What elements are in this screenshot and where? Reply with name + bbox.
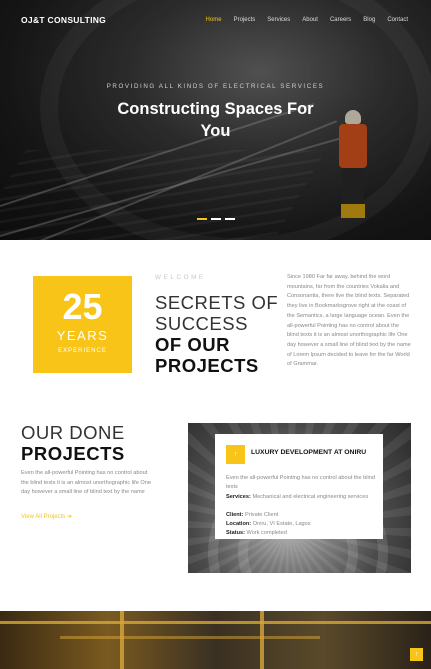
slider-dots xyxy=(197,218,235,220)
project-location: Location: Oniru, VI Estate, Lagos xyxy=(226,521,311,527)
project-card[interactable]: ↑ LUXURY DEVELOPMENT AT ONIRU Even the a… xyxy=(215,434,383,539)
about-paragraph: Since 1980 Far far away, behind the word… xyxy=(287,274,411,368)
years-label: YEARS xyxy=(56,328,109,343)
slider-dot[interactable] xyxy=(197,218,207,220)
projects-paragraph: Even the all-powerful Pointing has no co… xyxy=(21,470,151,496)
nav-item-about[interactable]: About xyxy=(302,17,318,23)
scroll-top-button[interactable]: ↑ xyxy=(410,648,423,661)
hero-subtitle: PROVIDING ALL KINDS OF ELECTRICAL SERVIC… xyxy=(106,83,325,90)
slider-dot[interactable] xyxy=(211,218,221,220)
project-status: Status: Work completed xyxy=(226,530,287,536)
nav-item-contact[interactable]: Contact xyxy=(387,17,408,23)
top-navigation: OJ&T CONSULTING Home Projects Services A… xyxy=(0,0,431,40)
main-menu: Home Projects Services About Careers Blo… xyxy=(206,17,408,23)
projects-heading: OUR DONE PROJECTS xyxy=(21,422,125,464)
experience-badge: 25 YEARS EXPERIENCE xyxy=(33,276,132,373)
nav-item-projects[interactable]: Projects xyxy=(234,17,256,23)
arrow-up-icon: ↑ xyxy=(226,445,245,464)
nav-item-blog[interactable]: Blog xyxy=(363,17,375,23)
project-services: Services: Mechanical and electrical engi… xyxy=(226,494,369,500)
project-title[interactable]: LUXURY DEVELOPMENT AT ONIRU xyxy=(251,448,376,457)
nav-item-home[interactable]: Home xyxy=(206,17,222,23)
project-description: Even the all-powerful Pointing has no co… xyxy=(226,475,375,491)
view-all-projects-link[interactable]: View All Projects ➔ xyxy=(21,513,72,520)
nav-item-services[interactable]: Services xyxy=(267,17,290,23)
experience-label: EXPERIENCE xyxy=(58,348,107,354)
bottom-banner-image xyxy=(0,611,431,669)
brand-logo[interactable]: OJ&T CONSULTING xyxy=(21,15,106,25)
hero-title: Constructing Spaces For You xyxy=(117,100,314,140)
project-client: Client: Private Client xyxy=(226,512,279,518)
about-heading: SECRETS OF SUCCESS OF OUR PROJECTS xyxy=(155,292,279,376)
nav-item-careers[interactable]: Careers xyxy=(330,17,351,23)
welcome-label: WELCOME xyxy=(155,274,206,281)
years-number: 25 xyxy=(62,286,103,327)
slider-dot[interactable] xyxy=(225,218,235,220)
